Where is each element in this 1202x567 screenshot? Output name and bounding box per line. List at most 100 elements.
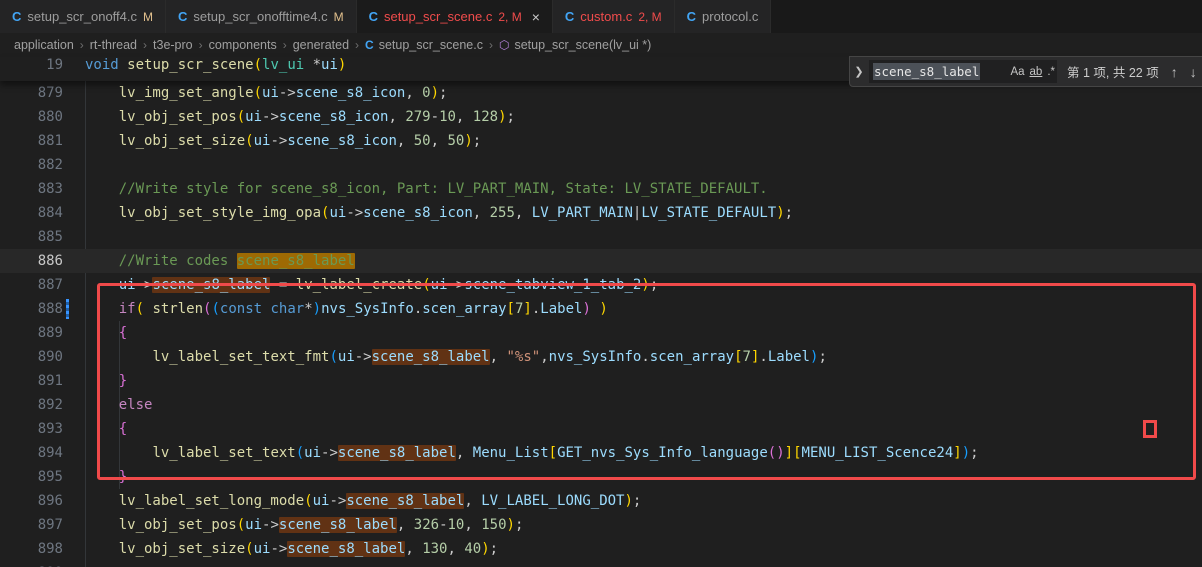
line-number[interactable]: 899 [0, 561, 63, 567]
breadcrumb-item[interactable]: Csetup_scr_scene.c [365, 38, 483, 52]
code-token [85, 277, 119, 293]
code-token: LV_LABEL_LONG_DOT [481, 493, 624, 509]
code-token: ui [119, 277, 136, 293]
code-line-886[interactable]: 886 //Write codes scene_s8_label [0, 249, 1202, 273]
code-token [85, 469, 119, 485]
code-line-890[interactable]: 890 lv_label_set_text_fmt(ui->scene_s8_l… [0, 345, 1202, 369]
close-icon[interactable]: × [532, 10, 540, 24]
code-line-888[interactable]: 888 if( strlen((const char*)nvs_SysInfo.… [0, 297, 1202, 321]
code-line-887[interactable]: 887 ui->scene_s8_label = lv_label_create… [0, 273, 1202, 297]
line-number[interactable]: 892 [0, 393, 63, 417]
code-lines: 879 lv_img_set_angle(ui->scene_s8_icon, … [0, 81, 1202, 567]
code-token: 50 [414, 133, 431, 149]
code-line-881[interactable]: 881 lv_obj_set_size(ui->scene_s8_icon, 5… [0, 129, 1202, 153]
line-number[interactable]: 896 [0, 489, 63, 513]
code-token: , [490, 349, 507, 365]
code-token: ; [633, 493, 641, 509]
code-token: scene_s8_icon [279, 109, 389, 125]
tab-setup_scr_scene.c[interactable]: Csetup_scr_scene.c2, M× [357, 0, 553, 33]
tab-custom.c[interactable]: Ccustom.c2, M [553, 0, 675, 33]
code-token: ui [321, 57, 338, 73]
code-token: ( [296, 445, 304, 461]
code-line-893[interactable]: 893 { [0, 417, 1202, 441]
line-number[interactable]: 882 [0, 153, 63, 177]
code-token: if [119, 301, 136, 317]
line-number[interactable]: 889 [0, 321, 63, 345]
code-token: nvs_SysInfo [321, 301, 414, 317]
tab-setup_scr_onoff4.c[interactable]: Csetup_scr_onoff4.cM [0, 0, 166, 33]
breadcrumb-item[interactable]: t3e-pro [153, 38, 193, 52]
code-text: lv_obj_set_pos(ui->scene_s8_icon, 279-10… [63, 105, 515, 129]
breadcrumb-item[interactable]: generated [293, 38, 349, 52]
line-number[interactable]: 897 [0, 513, 63, 537]
find-match-hl: scene_s8_label [338, 445, 456, 461]
line-number[interactable]: 885 [0, 225, 63, 249]
code-token: 10 [448, 517, 465, 533]
line-number[interactable]: 884 [0, 201, 63, 225]
line-number[interactable]: 887 [0, 273, 63, 297]
chevron-right-icon: › [80, 38, 84, 52]
toggle-replace-chevron-icon[interactable]: ❯ [852, 65, 866, 78]
code-line-891[interactable]: 891 } [0, 369, 1202, 393]
code-token: -> [346, 205, 363, 221]
code-token: [ [734, 349, 742, 365]
whole-word-icon[interactable]: ab [1030, 66, 1043, 78]
code-token: [ [507, 301, 515, 317]
line-number[interactable]: 888 [0, 297, 63, 321]
code-line-880[interactable]: 880 lv_obj_set_pos(ui->scene_s8_icon, 27… [0, 105, 1202, 129]
code-text: else [63, 393, 152, 417]
line-number[interactable]: 879 [0, 81, 63, 105]
tab-setup_scr_onofftime4.c[interactable]: Csetup_scr_onofftime4.cM [166, 0, 357, 33]
code-text: lv_label_set_long_mode(ui->scene_s8_labe… [63, 489, 641, 513]
regex-icon[interactable]: .* [1047, 66, 1055, 78]
code-token: ; [507, 109, 515, 125]
code-token: ui [431, 277, 448, 293]
code-line-884[interactable]: 884 lv_obj_set_style_img_opa(ui->scene_s… [0, 201, 1202, 225]
code-token: * [304, 301, 312, 317]
code-line-882[interactable]: 882 [0, 153, 1202, 177]
line-number[interactable]: 894 [0, 441, 63, 465]
chevron-right-icon: › [355, 38, 359, 52]
line-number[interactable]: 893 [0, 417, 63, 441]
code-token: ; [785, 205, 793, 221]
code-line-889[interactable]: 889 { [0, 321, 1202, 345]
code-token: Label [540, 301, 582, 317]
code-token [85, 205, 119, 221]
code-line-892[interactable]: 892 else [0, 393, 1202, 417]
code-line-897[interactable]: 897 lv_obj_set_pos(ui->scene_s8_label, 3… [0, 513, 1202, 537]
code-line-896[interactable]: 896 lv_label_set_long_mode(ui->scene_s8_… [0, 489, 1202, 513]
code-line-885[interactable]: 885 [0, 225, 1202, 249]
code-line-883[interactable]: 883 //Write style for scene_s8_icon, Par… [0, 177, 1202, 201]
breadcrumb-item[interactable]: application [14, 38, 74, 52]
breadcrumb-item[interactable]: components [209, 38, 277, 52]
line-number[interactable]: 883 [0, 177, 63, 201]
code-token [85, 253, 119, 269]
c-file-icon: C [178, 9, 187, 24]
line-number[interactable]: 890 [0, 345, 63, 369]
code-text: lv_obj_set_style_img_opa(ui->scene_s8_ic… [63, 201, 793, 225]
line-number[interactable]: 886 [0, 249, 63, 273]
code-line-894[interactable]: 894 lv_label_set_text(ui->scene_s8_label… [0, 441, 1202, 465]
code-token: * [304, 57, 321, 73]
code-line-898[interactable]: 898 lv_obj_set_size(ui->scene_s8_label, … [0, 537, 1202, 561]
breadcrumb-item[interactable]: ⬡setup_scr_scene(lv_ui *) [499, 38, 651, 52]
line-number[interactable]: 880 [0, 105, 63, 129]
code-line-899[interactable]: 899 [0, 561, 1202, 567]
find-input[interactable]: scene_s8_label Aa ab .* [869, 60, 1057, 83]
code-text [63, 153, 85, 177]
line-number[interactable]: 881 [0, 129, 63, 153]
find-match-hl: scene_s8_label [346, 493, 464, 509]
find-next-icon[interactable]: ↓ [1190, 64, 1197, 80]
code-token: , [515, 205, 532, 221]
code-line-895[interactable]: 895 } [0, 465, 1202, 489]
code-editor[interactable]: 19 void setup_scr_scene(lv_ui *ui) 879 l… [0, 57, 1202, 567]
breadcrumb-item[interactable]: rt-thread [90, 38, 137, 52]
code-token: lv_obj_set_pos [119, 517, 237, 533]
line-number[interactable]: 891 [0, 369, 63, 393]
line-number[interactable]: 898 [0, 537, 63, 561]
code-token: ( [245, 133, 253, 149]
tab-protocol.c[interactable]: Cprotocol.c [675, 0, 772, 33]
line-number[interactable]: 895 [0, 465, 63, 489]
find-previous-icon[interactable]: ↑ [1171, 64, 1178, 80]
match-case-icon[interactable]: Aa [1010, 66, 1024, 78]
